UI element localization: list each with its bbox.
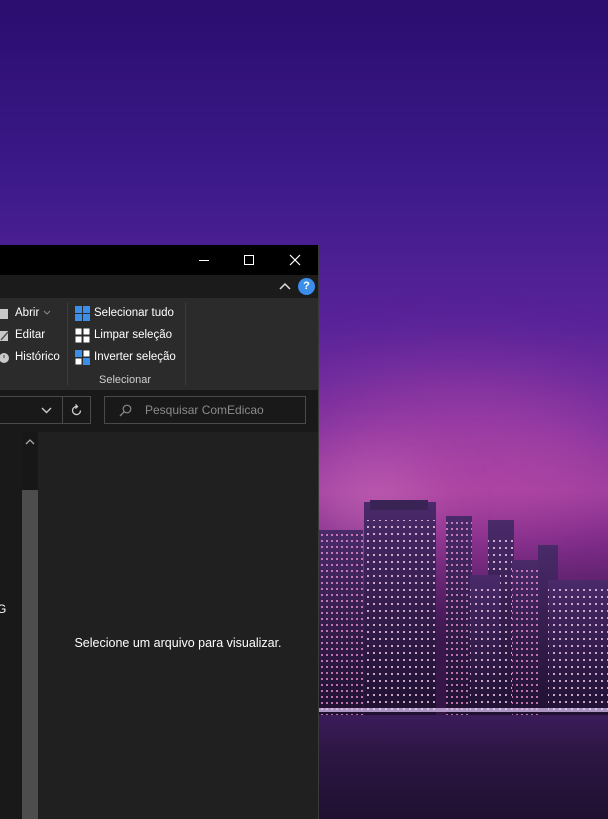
navigation-pane[interactable]: G [0,432,22,819]
clear-selection-icon [75,328,90,342]
edit-label: Editar [15,329,46,341]
select-all-icon [75,305,90,321]
preview-pane: Selecione um arquivo para visualizar. [38,432,318,819]
collapse-ribbon-icon[interactable] [279,282,291,290]
open-icon [0,308,8,319]
ribbon-header: ? [0,275,318,298]
invert-selection-icon [75,349,90,365]
select-group-label: Selecionar [99,374,151,386]
address-bar[interactable] [0,396,91,424]
help-button[interactable]: ? [298,278,315,295]
select-all-label: Selecionar tudo [94,307,174,319]
file-explorer-window: ? Abrir Editar Histórico Selecionar tudo [0,245,318,819]
preview-message: Selecione um arquivo para visualizar. [74,636,282,650]
window-edge [318,245,319,819]
scroll-up-icon[interactable] [25,438,35,445]
chevron-down-icon[interactable] [41,407,52,414]
open-label: Abrir [15,307,40,319]
city-skyline [318,500,608,720]
clear-selection-label: Limpar seleção [94,329,172,341]
ribbon: Abrir Editar Histórico Selecionar tudo L… [0,298,318,390]
scrollbar-thumb[interactable] [22,490,38,819]
history-icon [0,352,9,363]
open-button[interactable]: Abrir [0,303,51,323]
edit-button[interactable]: Editar [0,325,45,345]
search-box[interactable]: Pesquisar ComEdicao [104,396,306,424]
maximize-icon [243,254,254,265]
select-all-button[interactable]: Selecionar tudo [75,303,174,323]
history-label: Histórico [15,351,60,363]
minimize-button[interactable] [181,245,227,275]
refresh-icon[interactable] [70,404,83,417]
close-icon [289,254,301,266]
title-bar [0,245,318,275]
close-button[interactable] [272,245,318,275]
invert-selection-label: Inverter seleção [94,351,176,363]
address-divider [62,397,63,423]
history-button[interactable]: Histórico [0,347,60,367]
nav-item-partial[interactable]: G [0,602,6,616]
search-icon [119,404,132,417]
water-reflection [318,715,608,819]
chevron-down-icon [43,310,51,315]
minimize-icon [198,259,209,261]
clear-selection-button[interactable]: Limpar seleção [75,325,172,345]
search-placeholder: Pesquisar ComEdicao [145,403,264,417]
invert-selection-button[interactable]: Inverter seleção [75,347,176,367]
maximize-button[interactable] [226,245,272,275]
edit-icon [0,330,9,341]
ribbon-separator [67,303,68,385]
ribbon-separator [185,303,186,385]
